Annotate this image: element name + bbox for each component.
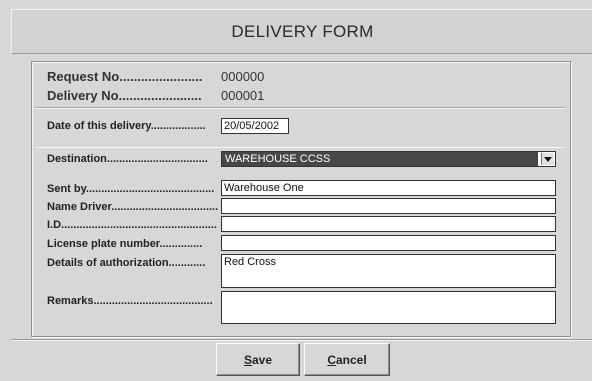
cancel-label-rest: ancel <box>335 352 367 367</box>
sent-by-label: Sent by.................................… <box>47 183 215 195</box>
delivery-no-label: Delivery No....................... <box>47 88 202 103</box>
cancel-button[interactable]: Cancel <box>304 343 390 376</box>
chevron-down-icon[interactable] <box>541 153 554 165</box>
destination-selected-value: WAREHOUSE CCSS <box>222 152 538 166</box>
sent-by-input[interactable]: Warehouse One <box>221 180 556 196</box>
date-input[interactable]: 20/05/2002 <box>221 118 289 134</box>
date-label: Date of this delivery.................. <box>47 120 206 132</box>
remarks-input[interactable] <box>221 291 556 324</box>
name-driver-input[interactable] <box>221 198 556 214</box>
authorization-label: Details of authorization............ <box>47 257 206 269</box>
request-no-value: 000000 <box>221 69 265 84</box>
destination-select[interactable]: WAREHOUSE CCSS <box>221 151 556 167</box>
destination-label: Destination.............................… <box>47 153 208 165</box>
license-plate-input[interactable] <box>221 235 556 251</box>
authorization-input[interactable]: Red Cross <box>221 254 556 288</box>
delivery-no-value: 000001 <box>221 88 265 103</box>
id-label: I.D.....................................… <box>47 219 217 231</box>
remarks-label: Remarks.................................… <box>47 295 213 307</box>
cancel-accelerator: C <box>327 352 336 367</box>
save-accelerator: S <box>243 352 252 367</box>
license-plate-label: License plate number.............. <box>47 238 203 250</box>
id-input[interactable] <box>221 216 556 232</box>
request-no-label: Request No....................... <box>47 69 203 84</box>
save-label-rest: ave <box>251 352 273 367</box>
footer-divider <box>11 339 592 341</box>
save-button[interactable]: Save <box>216 343 300 376</box>
form-title-bar: DELIVERY FORM <box>11 9 592 54</box>
form-title: DELIVERY FORM <box>231 21 374 41</box>
name-driver-label: Name Driver.............................… <box>47 201 219 213</box>
